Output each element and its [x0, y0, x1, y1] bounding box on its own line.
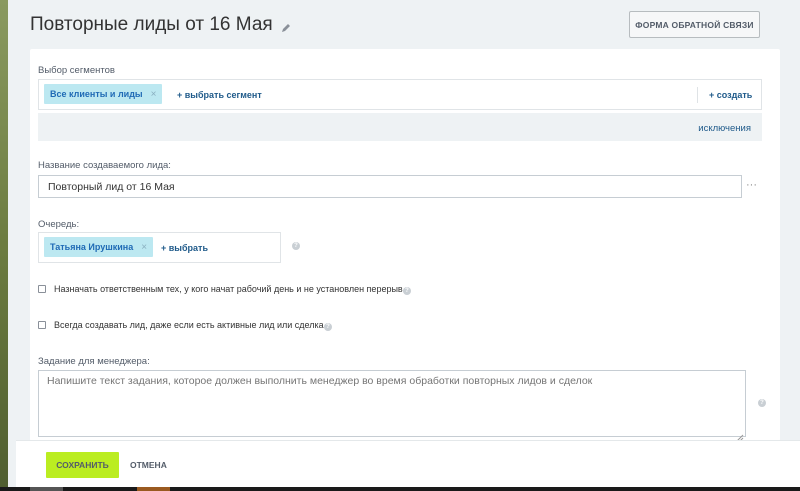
queue-tag-label: Татьяна Ирушкина [50, 242, 134, 252]
always-create-help-icon[interactable]: ? [324, 323, 332, 331]
lead-name-more-icon[interactable]: ··· [746, 179, 757, 191]
assign-responsible-label: Назначать ответственным тех, у кого нача… [54, 284, 406, 294]
create-segment-link[interactable]: + создать [709, 90, 752, 100]
cancel-button[interactable]: ОТМЕНА [130, 460, 167, 470]
page: Повторные лиды от 16 Мая ФОРМА ОБРАТНОЙ … [8, 0, 800, 491]
page-title: Повторные лиды от 16 Мая [30, 14, 273, 35]
queue-tag: Татьяна Ирушкина × [44, 237, 154, 257]
segment-tag-label: Все клиенты и лиды [50, 89, 143, 99]
resize-handle-icon[interactable] [736, 429, 744, 442]
queue-select-link[interactable]: + выбрать [161, 243, 208, 253]
assign-help-icon[interactable]: ? [403, 287, 411, 295]
queue-label: Очередь: [38, 219, 80, 230]
title-row: Повторные лиды от 16 Мая [30, 10, 291, 40]
segment-tag: Все клиенты и лиды × [44, 84, 163, 104]
taskbar-item [30, 487, 63, 491]
lead-name-label: Название создаваемого лида: [38, 160, 171, 171]
left-background-strip [0, 0, 8, 491]
queue-help-icon[interactable]: ? [292, 242, 300, 250]
footer-bar: СОХРАНИТЬ ОТМЕНА [16, 440, 800, 487]
queue-tag-remove-icon[interactable]: × [141, 242, 147, 253]
taskbar-item [137, 487, 170, 491]
save-button[interactable]: СОХРАНИТЬ [46, 452, 119, 478]
exclusions-link[interactable]: исключения [698, 123, 751, 134]
settings-card: Выбор сегментов Все клиенты и лиды × + в… [30, 49, 780, 442]
segments-divider [697, 87, 698, 103]
assign-responsible-checkbox[interactable] [38, 285, 46, 293]
always-create-label: Всегда создавать лид, даже если есть акт… [54, 320, 324, 330]
select-segment-link[interactable]: + выбрать сегмент [177, 90, 262, 100]
task-help-icon[interactable]: ? [758, 399, 766, 407]
segments-box[interactable]: Все клиенты и лиды × + выбрать сегмент +… [38, 79, 762, 110]
always-create-checkbox[interactable] [38, 321, 46, 329]
task-textarea[interactable] [38, 370, 746, 437]
feedback-form-button[interactable]: ФОРМА ОБРАТНОЙ СВЯЗИ [629, 11, 760, 38]
task-label: Задание для менеджера: [38, 356, 150, 367]
segments-label: Выбор сегментов [38, 65, 115, 76]
pencil-icon[interactable] [281, 20, 291, 32]
taskbar-strip [0, 487, 800, 491]
queue-box[interactable]: Татьяна Ирушкина × + выбрать [38, 232, 281, 263]
segment-tag-remove-icon[interactable]: × [151, 89, 157, 100]
exclusions-bar: исключения [38, 113, 762, 141]
lead-name-input[interactable] [38, 175, 742, 198]
